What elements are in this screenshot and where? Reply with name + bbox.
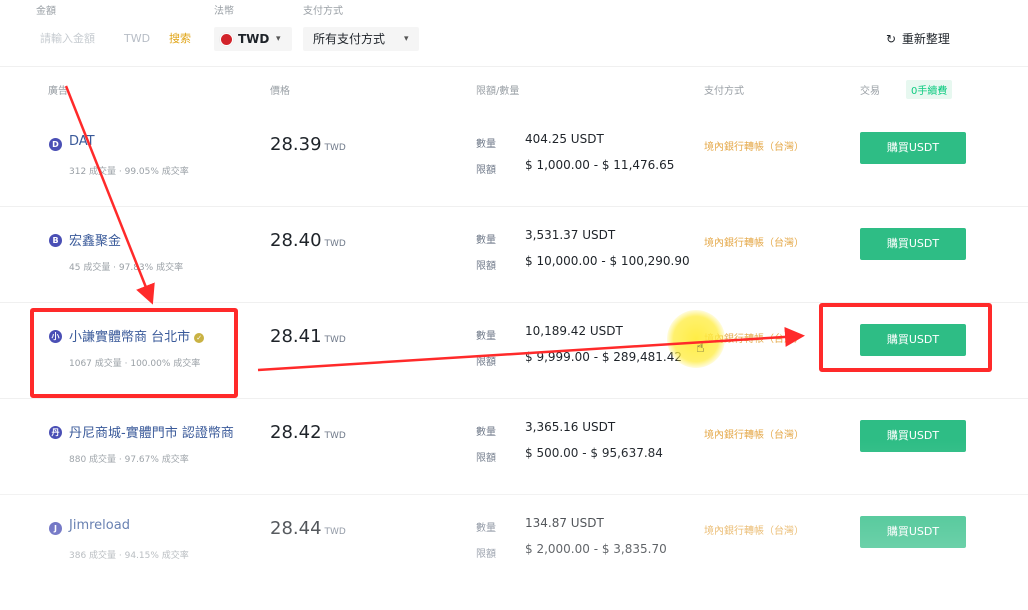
annotation-arrows — [64, 85, 805, 372]
arrow-to-buy-button — [257, 326, 805, 372]
arrow-to-advertiser — [64, 85, 155, 305]
